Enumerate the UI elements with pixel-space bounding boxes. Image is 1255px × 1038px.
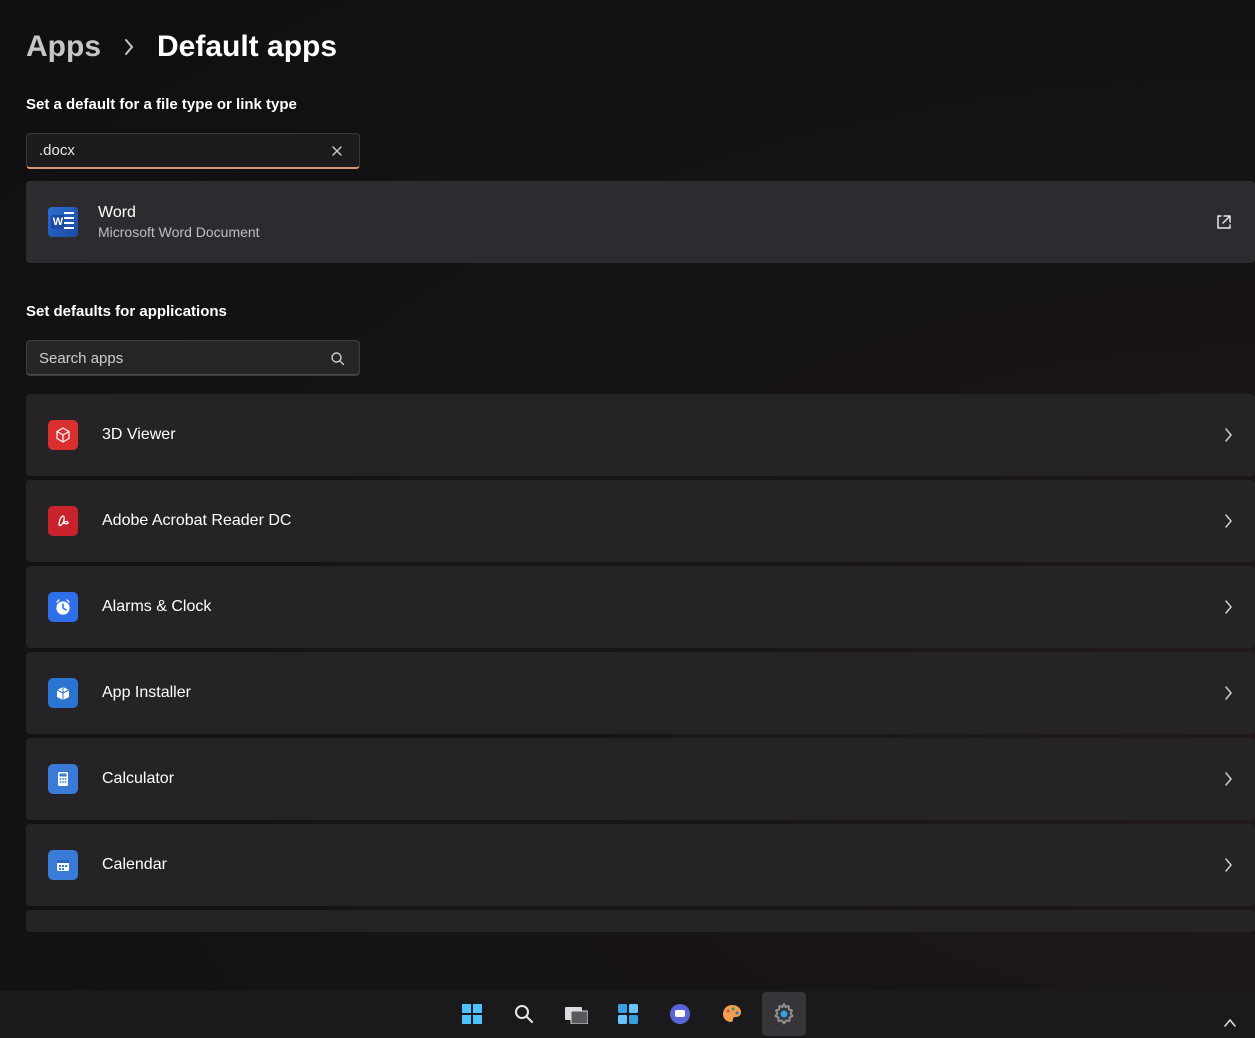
taskbar-search-button[interactable] (502, 992, 546, 1036)
result-title: Word (98, 204, 1195, 222)
chevron-right-icon (1223, 427, 1233, 443)
search-icon[interactable] (325, 346, 349, 370)
tray-show-hidden-icon[interactable] (1223, 1018, 1237, 1028)
filetype-input[interactable] (39, 142, 325, 159)
app-name-label: Alarms & Clock (102, 598, 1199, 616)
filetype-result-card[interactable]: Word Microsoft Word Document (26, 181, 1255, 263)
app-row-calendar[interactable]: Calendar (26, 824, 1255, 906)
app-row-adobe-acrobat[interactable]: Adobe Acrobat Reader DC (26, 480, 1255, 562)
taskbar (0, 990, 1255, 1038)
calendar-icon (48, 850, 78, 880)
app-row-alarms-clock[interactable]: Alarms & Clock (26, 566, 1255, 648)
chevron-right-icon (1223, 513, 1233, 529)
breadcrumb: Apps Default apps (26, 30, 1255, 64)
apps-search-input[interactable] (39, 350, 325, 367)
app-row-calculator[interactable]: Calculator (26, 738, 1255, 820)
chevron-right-icon (1223, 857, 1233, 873)
filetype-search-field[interactable] (26, 133, 360, 169)
settings-button[interactable] (762, 992, 806, 1036)
chevron-right-icon (1223, 685, 1233, 701)
chevron-right-icon (123, 38, 135, 56)
3dviewer-icon (48, 420, 78, 450)
word-icon (48, 207, 78, 237)
apps-list: 3D Viewer Adobe Acrobat Reader DC Alarms… (26, 394, 1255, 932)
app-name-label: Calendar (102, 856, 1199, 874)
clear-icon[interactable] (325, 139, 349, 163)
chat-button[interactable] (658, 992, 702, 1036)
result-subtitle: Microsoft Word Document (98, 224, 1195, 240)
app-row-3d-viewer[interactable]: 3D Viewer (26, 394, 1255, 476)
chevron-right-icon (1223, 599, 1233, 615)
paint-button[interactable] (710, 992, 754, 1036)
widgets-button[interactable] (606, 992, 650, 1036)
filetype-section-label: Set a default for a file type or link ty… (26, 96, 1255, 113)
apps-search-field[interactable] (26, 340, 360, 376)
app-name-label: Calculator (102, 770, 1199, 788)
app-name-label: Adobe Acrobat Reader DC (102, 512, 1199, 530)
app-name-label: 3D Viewer (102, 426, 1199, 444)
app-row-app-installer[interactable]: App Installer (26, 652, 1255, 734)
open-link-icon[interactable] (1215, 213, 1233, 231)
alarms-clock-icon (48, 592, 78, 622)
app-name-label: App Installer (102, 684, 1199, 702)
chevron-right-icon (1223, 771, 1233, 787)
app-row-partial[interactable] (26, 910, 1255, 932)
app-installer-icon (48, 678, 78, 708)
adobe-acrobat-icon (48, 506, 78, 536)
apps-section-label: Set defaults for applications (26, 303, 1255, 320)
task-view-button[interactable] (554, 992, 598, 1036)
breadcrumb-current: Default apps (157, 30, 337, 64)
breadcrumb-parent-link[interactable]: Apps (26, 30, 101, 64)
result-text: Word Microsoft Word Document (98, 204, 1195, 240)
start-button[interactable] (450, 992, 494, 1036)
calculator-icon (48, 764, 78, 794)
